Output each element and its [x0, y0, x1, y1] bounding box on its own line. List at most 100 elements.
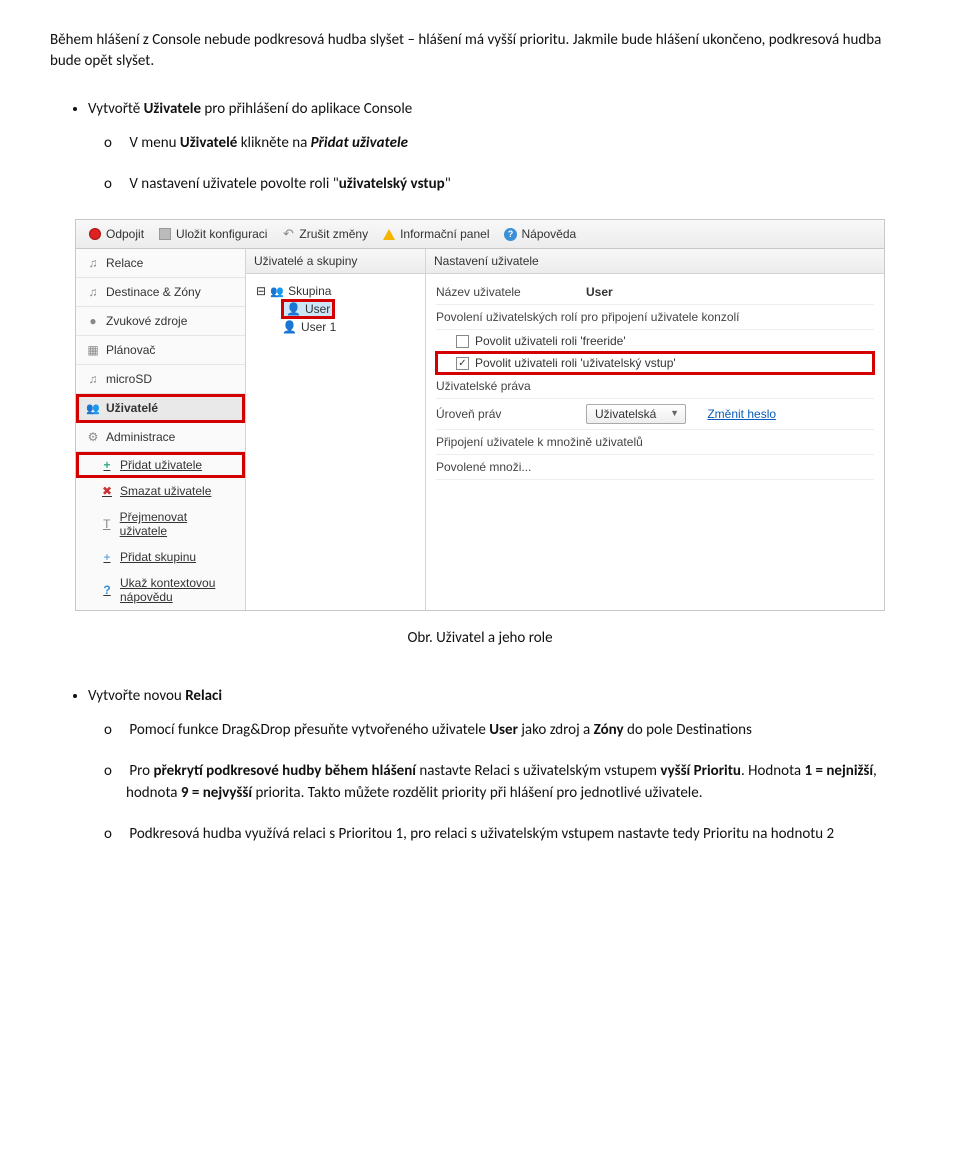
sidebar-item-microsd[interactable]: microSD: [76, 365, 245, 394]
link-zmenit-heslo[interactable]: Změnit heslo: [707, 407, 776, 421]
gear-icon: [86, 430, 100, 444]
sidebar-item-destinace[interactable]: Destinace & Zóny: [76, 278, 245, 307]
label: Informační panel: [400, 227, 489, 241]
sidebar-action-pridat-skupinu[interactable]: Přidat skupinu: [76, 544, 245, 570]
sub-enable-role: V nastavení uživatele povolte roli "uživ…: [126, 173, 910, 196]
txt: Pomocí funkce Drag&Drop přesuňte vytvoře…: [129, 721, 489, 739]
note-icon: [86, 372, 100, 386]
sidebar-item-planovac[interactable]: Plánovač: [76, 336, 245, 365]
sidebar-action-napoveda[interactable]: Ukaž kontextovou nápovědu: [76, 570, 245, 610]
bullet-create-relace: Vytvořte novou Relaci Pomocí funkce Drag…: [88, 687, 910, 845]
sidebar-action-smazat-uzivatele[interactable]: Smazat uživatele: [76, 478, 245, 504]
toolbar-info[interactable]: Informační panel: [378, 225, 493, 243]
sidebar-item-relace[interactable]: Relace: [76, 249, 245, 278]
txt-bold: 9 = nejvyšší: [181, 784, 252, 802]
txt: klikněte na: [237, 134, 310, 152]
label: Zrušit změny: [299, 227, 368, 241]
row-prava: Uživatelské práva: [436, 374, 874, 399]
label: Přidat skupinu: [120, 550, 196, 564]
sidebar-action-pridat-uzivatele[interactable]: Přidat uživatele: [76, 452, 245, 478]
txt-bold: vyšší Prioritu: [660, 762, 741, 780]
checkbox-row-freeride[interactable]: Povolit uživateli roli 'freeride': [436, 330, 874, 352]
tree-user-selected[interactable]: 👤 User: [282, 300, 334, 318]
calendar-icon: [86, 343, 100, 357]
help-icon: [100, 583, 114, 597]
txt: V menu: [129, 134, 180, 152]
note-icon: [86, 285, 100, 299]
txt: Vytvořtě: [88, 100, 144, 118]
warning-icon: [382, 227, 396, 241]
sub-dragdrop: Pomocí funkce Drag&Drop přesuňte vytvoře…: [126, 719, 910, 742]
label: Povolení uživatelských rolí pro připojen…: [436, 310, 874, 324]
txt: pro přihlášení do aplikace Console: [201, 100, 412, 118]
label: Destinace & Zóny: [106, 285, 201, 299]
label: Zvukové zdroje: [106, 314, 187, 328]
sidebar-item-zvuk[interactable]: Zvukové zdroje: [76, 307, 245, 336]
label: Uživatelé: [106, 401, 158, 415]
user-settings-panel: Nastavení uživatele Název uživatele User…: [426, 249, 884, 610]
label: Uživatelské práva: [436, 379, 874, 393]
sidebar-item-administrace[interactable]: Administrace: [76, 423, 245, 452]
toolbar-odpojit[interactable]: Odpojit: [84, 225, 148, 243]
label: Skupina: [288, 284, 331, 298]
sub-priorita: Pro překrytí podkresové hudby během hláš…: [126, 760, 910, 805]
label: Přejmenovat uživatele: [120, 510, 235, 538]
txt: nápovědu: [120, 590, 173, 604]
checkbox-checked-icon[interactable]: [456, 357, 469, 370]
intro-paragraph: Během hlášení z Console nebude podkresov…: [50, 30, 910, 72]
label: Uložit konfiguraci: [176, 227, 267, 241]
sidebar-item-uzivatele[interactable]: Uživatelé: [76, 394, 245, 423]
save-icon: [158, 227, 172, 241]
undo-icon: ↶: [281, 227, 295, 241]
toolbar-zrusit[interactable]: ↶ Zrušit změny: [277, 225, 372, 243]
toolbar: Odpojit Uložit konfiguraci ↶ Zrušit změn…: [76, 220, 884, 249]
bullet-create-user: Vytvořtě Uživatele pro přihlášení do apl…: [88, 100, 910, 195]
checkbox-unchecked-icon[interactable]: [456, 335, 469, 348]
tree: ⊟ Skupina 👤 User 👤 User 1: [246, 274, 425, 344]
add-group-icon: [100, 550, 114, 564]
txt: jako zdroj a: [518, 721, 594, 739]
txt-bold: Uživatelé: [180, 134, 237, 152]
row-nazev: Název uživatele User: [436, 280, 874, 305]
txt: Podkresová hudba využívá relaci s Priori…: [129, 825, 834, 843]
txt-bold: Zóny: [594, 721, 624, 739]
toolbar-ulozit[interactable]: Uložit konfiguraci: [154, 225, 271, 243]
label: Úroveň práv: [436, 407, 586, 421]
txt-bold: User: [489, 721, 518, 739]
txt: Ukaž kontextovou: [120, 576, 215, 590]
checkbox-row-uzivatelsky-vstup[interactable]: Povolit uživateli roli 'uživatelský vstu…: [436, 352, 874, 374]
label: Přidat uživatele: [120, 458, 202, 472]
label: Odpojit: [106, 227, 144, 241]
group-icon: [270, 284, 284, 298]
figure-caption: Obr. Uživatel a jeho role: [50, 629, 910, 647]
panel-header: Nastavení uživatele: [426, 249, 884, 274]
expand-icon[interactable]: ⊟: [256, 284, 266, 298]
txt-bold: Uživatele: [144, 100, 201, 118]
toolbar-help[interactable]: ? Nápověda: [499, 225, 580, 243]
sidebar: Relace Destinace & Zóny Zvukové zdroje P…: [76, 249, 246, 610]
disconnect-icon: [88, 227, 102, 241]
label: Smazat uživatele: [120, 484, 211, 498]
label: Relace: [106, 256, 143, 270]
txt: Vytvořte novou: [88, 687, 185, 705]
txt: . Hodnota: [741, 762, 805, 780]
select-uroven[interactable]: Uživatelská: [586, 404, 686, 424]
rename-icon: [100, 517, 114, 531]
txt: Pro: [129, 762, 153, 780]
delete-user-icon: [100, 484, 114, 498]
users-icon: [86, 401, 100, 415]
user-icon: 👤: [286, 302, 301, 316]
txt: nastavte Relaci s uživatelským vstupem: [416, 762, 660, 780]
help-icon: ?: [503, 227, 517, 241]
user-icon: 👤: [282, 320, 297, 334]
note-icon: [86, 256, 100, 270]
tree-group[interactable]: ⊟ Skupina: [256, 282, 415, 300]
panel-header: Uživatelé a skupiny: [246, 249, 425, 274]
txt-bold: uživatelský vstup: [339, 175, 445, 193]
sidebar-action-prejmenovat[interactable]: Přejmenovat uživatele: [76, 504, 245, 544]
txt: priorita. Takto můžete rozdělit priority…: [252, 784, 702, 802]
tree-user[interactable]: 👤 User 1: [282, 318, 415, 336]
label: Administrace: [106, 430, 175, 444]
row-pripojeni: Připojení uživatele k množině uživatelů: [436, 430, 874, 455]
txt-bold: Relaci: [185, 687, 222, 705]
